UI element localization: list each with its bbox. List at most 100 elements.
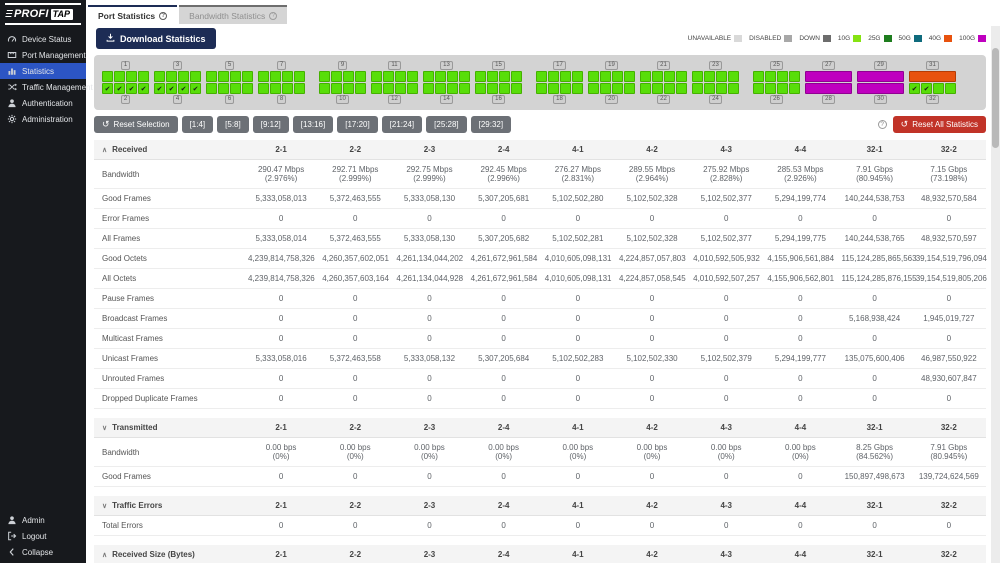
port-5-2[interactable] bbox=[218, 71, 229, 82]
port-11-3[interactable] bbox=[395, 71, 406, 82]
port-11-1[interactable] bbox=[371, 71, 382, 82]
port-20-4[interactable] bbox=[624, 83, 635, 94]
port-5-1[interactable] bbox=[206, 71, 217, 82]
port-10-2[interactable] bbox=[331, 83, 342, 94]
port-25-4[interactable] bbox=[789, 71, 800, 82]
select-range-button-9-12[interactable]: [9:12] bbox=[252, 116, 289, 133]
port-18-4[interactable] bbox=[572, 83, 583, 94]
port-5-3[interactable] bbox=[230, 71, 241, 82]
port-1-2[interactable] bbox=[114, 71, 125, 82]
port-12-3[interactable] bbox=[395, 83, 406, 94]
port-15-4[interactable] bbox=[511, 71, 522, 82]
port-14-1[interactable] bbox=[423, 83, 434, 94]
tab-bandwidth-statistics[interactable]: Bandwidth Statistics? bbox=[179, 5, 288, 24]
port-13-3[interactable] bbox=[447, 71, 458, 82]
port-8-1[interactable] bbox=[258, 83, 269, 94]
select-range-button-17-20[interactable]: [17:20] bbox=[337, 116, 378, 133]
port-24-4[interactable] bbox=[728, 83, 739, 94]
port-7-1[interactable] bbox=[258, 71, 269, 82]
scrollbar-thumb[interactable] bbox=[992, 48, 999, 148]
port-26-3[interactable] bbox=[777, 83, 788, 94]
port-25-3[interactable] bbox=[777, 71, 788, 82]
port-28[interactable] bbox=[805, 83, 852, 94]
port-10-4[interactable] bbox=[355, 83, 366, 94]
port-16-3[interactable] bbox=[499, 83, 510, 94]
port-15-1[interactable] bbox=[475, 71, 486, 82]
port-22-4[interactable] bbox=[676, 83, 687, 94]
port-13-1[interactable] bbox=[423, 71, 434, 82]
select-range-button-21-24[interactable]: [21:24] bbox=[381, 116, 423, 133]
port-18-3[interactable] bbox=[560, 83, 571, 94]
port-32-1[interactable]: ✔ bbox=[909, 83, 920, 94]
port-20-3[interactable] bbox=[612, 83, 623, 94]
port-9-4[interactable] bbox=[355, 71, 366, 82]
port-4-1[interactable]: ✔ bbox=[154, 83, 165, 94]
port-18-2[interactable] bbox=[548, 83, 559, 94]
section-toggle-received[interactable]: ∧ Received bbox=[94, 140, 244, 160]
port-19-4[interactable] bbox=[624, 71, 635, 82]
sidebar-item-traffic-management[interactable]: Traffic Management bbox=[0, 79, 93, 95]
tab-port-statistics[interactable]: Port Statistics? bbox=[88, 5, 178, 24]
section-toggle-received-size-bytes[interactable]: ∧ Received Size (Bytes) bbox=[94, 545, 244, 563]
sidebar-item-authentication[interactable]: Authentication bbox=[0, 95, 86, 111]
port-23-3[interactable] bbox=[716, 71, 727, 82]
port-2-4[interactable]: ✔ bbox=[138, 83, 149, 94]
section-toggle-traffic-errors[interactable]: ∨ Traffic Errors bbox=[94, 496, 244, 516]
port-2-2[interactable]: ✔ bbox=[114, 83, 125, 94]
port-6-4[interactable] bbox=[242, 83, 253, 94]
sidebar-item-statistics[interactable]: Statistics bbox=[0, 63, 86, 79]
reset-selection-button[interactable]: ↺ Reset Selection bbox=[94, 116, 178, 133]
port-14-2[interactable] bbox=[435, 83, 446, 94]
port-3-3[interactable] bbox=[178, 71, 189, 82]
port-24-1[interactable] bbox=[692, 83, 703, 94]
port-23-4[interactable] bbox=[728, 71, 739, 82]
port-6-3[interactable] bbox=[230, 83, 241, 94]
port-14-4[interactable] bbox=[459, 83, 470, 94]
port-12-1[interactable] bbox=[371, 83, 382, 94]
port-21-1[interactable] bbox=[640, 71, 651, 82]
port-20-1[interactable] bbox=[588, 83, 599, 94]
select-range-button-5-8[interactable]: [5:8] bbox=[217, 116, 249, 133]
port-12-4[interactable] bbox=[407, 83, 418, 94]
port-10-3[interactable] bbox=[343, 83, 354, 94]
port-9-2[interactable] bbox=[331, 71, 342, 82]
port-19-3[interactable] bbox=[612, 71, 623, 82]
section-toggle-transmitted[interactable]: ∨ Transmitted bbox=[94, 418, 244, 438]
select-range-button-25-28[interactable]: [25:28] bbox=[426, 116, 467, 133]
port-24-3[interactable] bbox=[716, 83, 727, 94]
port-17-1[interactable] bbox=[536, 71, 547, 82]
help-icon[interactable]: ? bbox=[877, 120, 887, 129]
sidebar-footer-admin[interactable]: Admin bbox=[0, 512, 86, 528]
sidebar-item-port-management[interactable]: Port Management bbox=[0, 47, 86, 63]
port-13-2[interactable] bbox=[435, 71, 446, 82]
sidebar-footer-collapse[interactable]: Collapse bbox=[0, 544, 86, 560]
port-7-2[interactable] bbox=[270, 71, 281, 82]
port-26-1[interactable] bbox=[753, 83, 764, 94]
port-17-2[interactable] bbox=[548, 71, 559, 82]
port-10-1[interactable] bbox=[319, 83, 330, 94]
port-16-2[interactable] bbox=[487, 83, 498, 94]
port-2-3[interactable]: ✔ bbox=[126, 83, 137, 94]
port-2-1[interactable]: ✔ bbox=[102, 83, 113, 94]
port-16-4[interactable] bbox=[511, 83, 522, 94]
download-statistics-button[interactable]: Download Statistics bbox=[96, 28, 216, 49]
port-32-4[interactable] bbox=[945, 83, 956, 94]
port-14-3[interactable] bbox=[447, 83, 458, 94]
port-6-1[interactable] bbox=[206, 83, 217, 94]
port-5-4[interactable] bbox=[242, 71, 253, 82]
port-20-2[interactable] bbox=[600, 83, 611, 94]
sidebar-item-administration[interactable]: Administration bbox=[0, 111, 86, 127]
port-13-4[interactable] bbox=[459, 71, 470, 82]
port-11-4[interactable] bbox=[407, 71, 418, 82]
sidebar-item-device-status[interactable]: Device Status bbox=[0, 31, 86, 47]
port-19-2[interactable] bbox=[600, 71, 611, 82]
port-4-2[interactable]: ✔ bbox=[166, 83, 177, 94]
port-29[interactable] bbox=[857, 71, 904, 82]
port-30[interactable] bbox=[857, 83, 904, 94]
port-24-2[interactable] bbox=[704, 83, 715, 94]
select-range-button-29-32[interactable]: [29:32] bbox=[470, 116, 512, 133]
port-25-2[interactable] bbox=[765, 71, 776, 82]
port-23-1[interactable] bbox=[692, 71, 703, 82]
port-3-1[interactable] bbox=[154, 71, 165, 82]
port-8-2[interactable] bbox=[270, 83, 281, 94]
